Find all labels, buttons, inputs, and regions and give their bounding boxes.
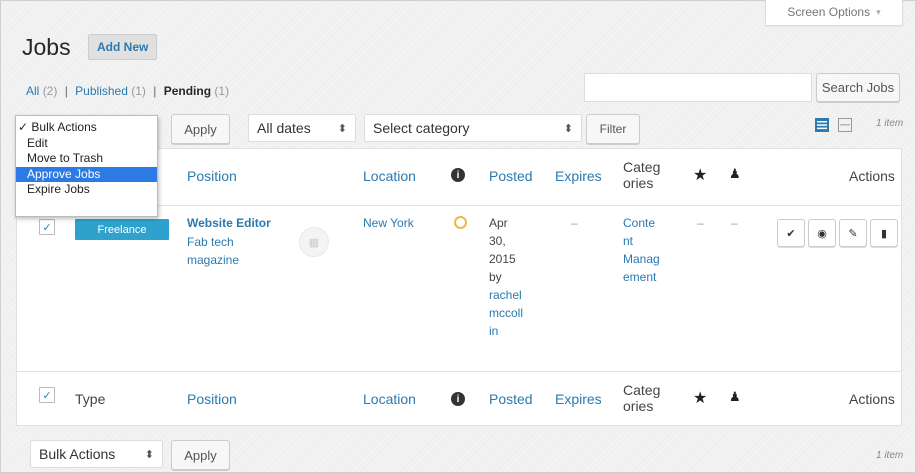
search-input[interactable]: [584, 73, 812, 102]
column-actions: Actions: [849, 168, 895, 184]
search-jobs-button[interactable]: Search Jobs: [816, 73, 900, 102]
row-checkbox[interactable]: ✓: [39, 219, 55, 235]
screen-options-button[interactable]: Screen Options ▾: [765, 0, 903, 26]
column-categories-line2: ories: [623, 398, 654, 414]
page-title: Jobs: [22, 34, 71, 60]
job-location-link[interactable]: New York: [363, 214, 414, 232]
excerpt-view-icon[interactable]: [838, 118, 852, 132]
company-name: Fab tech magazine: [187, 233, 239, 269]
filter-all-count: (2): [42, 84, 58, 98]
column-expires[interactable]: Expires: [555, 168, 602, 184]
user-icon: ♟: [729, 389, 741, 404]
separator: |: [64, 84, 68, 98]
column-expires[interactable]: Expires: [555, 391, 602, 407]
company-line1: Fab tech: [187, 235, 234, 249]
bulk-option-expire-jobs[interactable]: Expire Jobs: [16, 182, 157, 198]
apply-button[interactable]: Apply: [171, 114, 230, 144]
posted-line: 2015: [489, 252, 516, 266]
column-posted[interactable]: Posted: [489, 168, 533, 184]
posted-line: by: [489, 270, 502, 284]
posted-by-line: rachel: [489, 288, 522, 302]
column-type: Type: [75, 391, 106, 407]
company-line2: magazine: [187, 253, 240, 267]
filter-pending-link[interactable]: Pending: [164, 84, 211, 98]
column-categories: Categ ories: [623, 382, 660, 414]
select-arrows-icon: ⬍: [337, 122, 347, 135]
select-arrows-icon: ⬍: [563, 122, 573, 135]
posted-line: Apr: [489, 216, 508, 230]
select-arrows-icon: ⬍: [144, 448, 154, 461]
category-line: ement: [623, 270, 657, 284]
bulk-option-bulk-actions[interactable]: ✓ Bulk Actions: [16, 120, 157, 136]
category-line: Conte: [623, 216, 656, 230]
table-footer: ✓ Type Position Location i Posted Expire…: [17, 371, 901, 425]
select-all-checkbox[interactable]: ✓: [39, 387, 55, 403]
filter-pending-count: (1): [214, 84, 230, 98]
expires-value: –: [571, 216, 578, 230]
column-position[interactable]: Position: [187, 391, 237, 407]
column-posted[interactable]: Posted: [489, 391, 533, 407]
bulk-option-edit[interactable]: Edit: [16, 136, 157, 152]
item-count: 1 item: [876, 118, 904, 129]
category-select[interactable]: Select category ⬍: [364, 114, 582, 142]
dates-select[interactable]: All dates ⬍: [248, 114, 356, 142]
column-categories-line1: Categ: [623, 382, 661, 398]
star-icon: ★: [693, 390, 708, 407]
view-eye-icon[interactable]: ◉: [808, 219, 836, 247]
edit-pencil-icon[interactable]: ✎: [839, 219, 867, 247]
bulk-actions-value: Bulk Actions: [39, 446, 116, 462]
column-location[interactable]: Location: [363, 391, 416, 407]
column-location[interactable]: Location: [363, 168, 416, 184]
bulk-actions-select-bottom[interactable]: Bulk Actions ⬍: [30, 440, 163, 468]
category-line: Manag: [623, 252, 660, 266]
column-categories: Categ ories: [623, 159, 660, 191]
info-icon: i: [451, 168, 465, 182]
dates-select-value: All dates: [257, 120, 311, 136]
company-logo: ▦: [299, 227, 329, 257]
filter-button[interactable]: Filter: [586, 114, 640, 144]
bulk-option-move-to-trash[interactable]: Move to Trash: [16, 151, 157, 167]
posted-line: 30,: [489, 234, 506, 248]
posted-by-line: in: [489, 324, 499, 338]
filled-value: –: [731, 216, 738, 230]
star-icon: ★: [693, 167, 708, 184]
category-select-value: Select category: [373, 120, 470, 136]
column-categories-line1: Categ: [623, 159, 661, 175]
featured-value: –: [697, 216, 704, 230]
category-line: nt: [623, 234, 634, 248]
apply-button-bottom[interactable]: Apply: [171, 440, 230, 470]
pending-clock-icon: [454, 216, 467, 229]
posted-by-line: mccoll: [489, 306, 524, 320]
bulk-actions-dropdown: ✓ Bulk Actions Edit Move to Trash Approv…: [15, 115, 158, 217]
category-link[interactable]: Conte nt Manag ement: [623, 214, 660, 286]
bulk-option-approve-jobs[interactable]: Approve Jobs: [16, 166, 157, 183]
separator: |: [153, 84, 157, 98]
info-icon: i: [451, 392, 465, 406]
item-count-bottom: 1 item: [876, 450, 904, 461]
column-position[interactable]: Position: [187, 168, 237, 184]
posted-date: Apr 30, 2015 by rachel mccoll in: [489, 214, 523, 340]
filter-published-count: (1): [131, 84, 146, 98]
user-icon: ♟: [729, 166, 741, 181]
column-actions: Actions: [849, 391, 895, 407]
filter-published-link[interactable]: Published: [75, 84, 128, 98]
list-view-icon[interactable]: [815, 118, 829, 132]
add-new-button[interactable]: Add New: [88, 34, 158, 60]
approve-check-icon[interactable]: ✔: [777, 219, 805, 247]
column-categories-line2: ories: [623, 175, 654, 191]
job-title-link[interactable]: Website Editor: [187, 214, 271, 232]
screen-options-label: Screen Options: [787, 5, 871, 19]
table-row: ✓ Freelance Website Editor Fab tech maga…: [17, 205, 901, 371]
chevron-down-icon: ▾: [876, 6, 881, 17]
status-filters: All (2) | Published (1) | Pending (1): [26, 84, 229, 98]
job-type-badge: Freelance: [75, 219, 169, 240]
posted-by-link[interactable]: rachel mccoll in: [489, 286, 523, 340]
filter-all-link[interactable]: All: [26, 84, 39, 98]
delete-trash-icon[interactable]: ▮: [870, 219, 898, 247]
